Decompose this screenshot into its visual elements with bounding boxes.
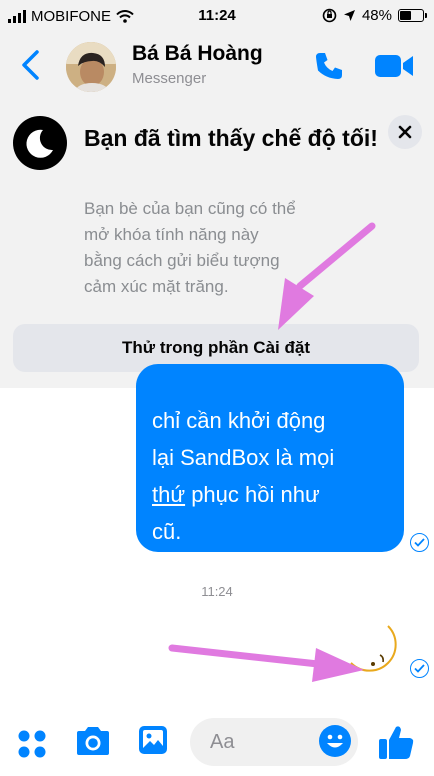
- card-description-line: bằng cách gửi biểu tượng: [84, 251, 280, 270]
- status-right: 48%: [322, 7, 427, 24]
- message-line-rest: phục hồi như: [185, 482, 320, 507]
- message-link-word[interactable]: thứ: [152, 482, 185, 507]
- location-arrow-icon: [343, 10, 355, 21]
- card-description-line: mở khóa tính năng này: [84, 225, 259, 244]
- message-input-placeholder: Aa: [210, 731, 235, 753]
- delivered-check-icon: [410, 533, 429, 552]
- message-line: chỉ cần khởi động: [152, 408, 326, 433]
- photo-gallery-icon[interactable]: [137, 724, 169, 756]
- thumbs-up-icon[interactable]: [376, 722, 416, 762]
- message-line: lại SandBox là mọi: [152, 445, 335, 470]
- status-bar: MOBIFONE 11:24 48%: [0, 0, 434, 32]
- message-timestamp: 11:24: [201, 584, 233, 599]
- conversation-header: Bá Bá Hoàng Messenger: [0, 32, 434, 100]
- card-title: Bạn đã tìm thấy chế độ tối!: [84, 125, 378, 151]
- more-apps-icon[interactable]: [16, 728, 48, 760]
- battery-icon: [398, 9, 427, 22]
- close-icon: [398, 125, 412, 139]
- crescent-moon-emoji[interactable]: [346, 622, 404, 680]
- battery-percent: 48%: [361, 7, 392, 24]
- message-composer: Aa: [0, 708, 434, 776]
- message-bubble[interactable]: chỉ cần khởi động lại SandBox là mọi thứ…: [136, 364, 404, 552]
- delivered-check-icon: [410, 659, 429, 678]
- orientation-lock-icon: [322, 8, 337, 23]
- moon-icon: [26, 129, 53, 158]
- moon-badge: [13, 116, 67, 170]
- avatar-photo: [66, 42, 116, 92]
- card-description: Bạn bè của bạn cũng có thể mở khóa tính …: [84, 196, 384, 300]
- arrow-to-moon-emoji: [168, 644, 364, 682]
- video-camera-icon[interactable]: [374, 52, 414, 80]
- camera-icon[interactable]: [74, 725, 112, 757]
- card-description-line: Bạn bè của bạn cũng có thể: [84, 199, 296, 218]
- battery-level: [400, 11, 411, 20]
- contact-subtitle: Messenger: [132, 70, 207, 87]
- avatar[interactable]: [66, 42, 116, 92]
- back-arrow-icon[interactable]: [18, 48, 42, 82]
- phone-icon[interactable]: [313, 50, 345, 82]
- close-card-button[interactable]: [388, 115, 422, 149]
- contact-name[interactable]: Bá Bá Hoàng: [132, 42, 263, 66]
- message-line: cũ.: [152, 519, 182, 544]
- message-line: thứ phục hồi như: [152, 476, 388, 513]
- dark-mode-unlocked-card: Bạn đã tìm thấy chế độ tối! Bạn bè của b…: [0, 100, 434, 388]
- card-description-line: cảm xúc mặt trăng.: [84, 277, 229, 296]
- emoji-smiley-icon[interactable]: [318, 724, 352, 758]
